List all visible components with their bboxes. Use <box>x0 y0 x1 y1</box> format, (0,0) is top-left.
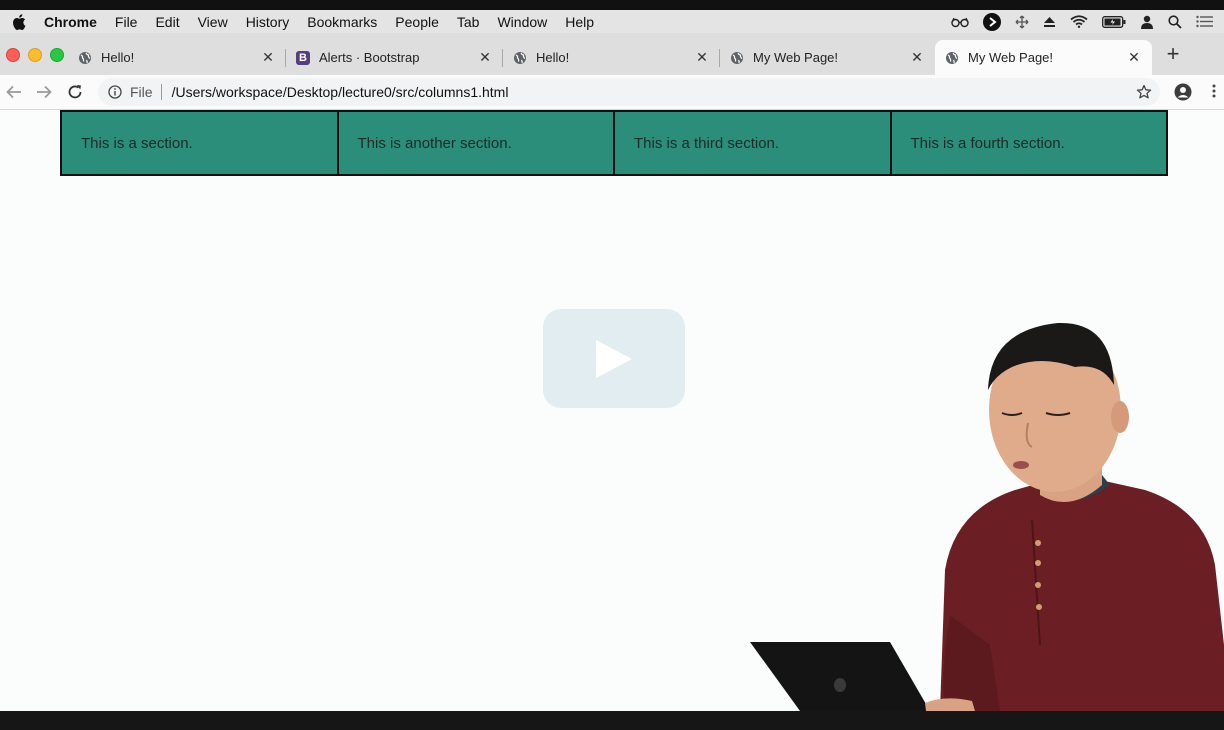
menu-tab[interactable]: Tab <box>457 14 480 30</box>
menu-bookmarks[interactable]: Bookmarks <box>307 14 377 30</box>
close-window-button[interactable] <box>6 48 20 62</box>
forward-arrow-icon[interactable] <box>35 83 53 101</box>
bootstrap-logo: B <box>296 50 310 65</box>
new-tab-button[interactable]: + <box>1163 43 1183 65</box>
minimize-window-button[interactable] <box>28 48 42 62</box>
tab-title: Hello! <box>536 50 570 65</box>
tab-title: My Web Page! <box>968 50 1054 65</box>
close-tab-icon[interactable]: ✕ <box>909 49 925 66</box>
tab-strip: Hello! ✕ B Alerts · Bootstrap ✕ Hello! ✕… <box>0 33 1224 75</box>
battery-icon[interactable] <box>1102 15 1126 28</box>
tab-hello-2[interactable]: Hello! ✕ <box>503 40 720 75</box>
menu-kebab-icon[interactable] <box>1207 83 1221 101</box>
back-arrow-icon[interactable] <box>5 83 23 101</box>
globe-icon <box>945 51 959 65</box>
move-arrows-icon[interactable] <box>1015 15 1029 29</box>
tab-hello-1[interactable]: Hello! ✕ <box>68 40 286 75</box>
reload-icon[interactable] <box>66 83 84 101</box>
window-controls <box>6 48 64 62</box>
menu-app-name[interactable]: Chrome <box>44 14 97 30</box>
video-play-button[interactable] <box>543 309 685 408</box>
user-icon[interactable] <box>1140 15 1154 29</box>
screen-record-icon[interactable] <box>983 12 1001 31</box>
address-bar[interactable]: File /Users/workspace/Desktop/lecture0/s… <box>98 78 1160 106</box>
mac-menubar: Chrome File Edit View History Bookmarks … <box>0 10 1224 33</box>
section-3: This is a third section. <box>613 110 892 176</box>
presenter-image <box>750 322 1224 711</box>
menu-history[interactable]: History <box>246 14 290 30</box>
section-4: This is a fourth section. <box>889 110 1168 176</box>
section-columns: This is a section. This is another secti… <box>60 110 1168 176</box>
play-icon <box>596 339 632 378</box>
globe-icon <box>513 51 527 65</box>
close-tab-icon[interactable]: ✕ <box>1126 49 1142 66</box>
menu-edit[interactable]: Edit <box>155 14 179 30</box>
menu-window[interactable]: Window <box>497 14 547 30</box>
tab-my-web-page-1[interactable]: My Web Page! ✕ <box>720 40 935 75</box>
menu-people[interactable]: People <box>395 14 439 30</box>
close-tab-icon[interactable]: ✕ <box>260 49 276 66</box>
section-1: This is a section. <box>60 110 339 176</box>
browser-toolbar: File /Users/workspace/Desktop/lecture0/s… <box>0 75 1224 110</box>
apple-logo-icon[interactable] <box>12 13 28 30</box>
url-divider <box>160 84 162 100</box>
tab-alerts-bootstrap[interactable]: B Alerts · Bootstrap ✕ <box>286 40 503 75</box>
close-tab-icon[interactable]: ✕ <box>694 49 710 66</box>
wifi-icon[interactable] <box>1070 15 1088 28</box>
profile-avatar-icon[interactable] <box>1174 83 1192 101</box>
glasses-icon[interactable] <box>951 16 969 28</box>
globe-icon <box>78 51 92 65</box>
tab-title: Alerts · Bootstrap <box>319 50 420 65</box>
bootstrap-icon: B <box>296 50 310 65</box>
zoom-window-button[interactable] <box>50 48 64 62</box>
url-text[interactable]: /Users/workspace/Desktop/lecture0/src/co… <box>172 84 509 100</box>
menu-file[interactable]: File <box>115 14 138 30</box>
menu-help[interactable]: Help <box>565 14 594 30</box>
section-2: This is another section. <box>336 110 615 176</box>
tab-title: Hello! <box>101 50 135 65</box>
notification-center-icon[interactable] <box>1196 15 1214 28</box>
eject-icon[interactable] <box>1043 16 1056 28</box>
info-icon[interactable] <box>108 85 122 99</box>
video-bottom-bar <box>0 711 1224 730</box>
video-top-bar <box>0 0 1224 10</box>
menubar-status-icons <box>951 10 1214 33</box>
close-tab-icon[interactable]: ✕ <box>477 49 493 66</box>
menu-view[interactable]: View <box>198 14 228 30</box>
globe-icon <box>730 51 744 65</box>
tab-my-web-page-active[interactable]: My Web Page! ✕ <box>935 40 1152 75</box>
bookmark-star-icon[interactable] <box>1136 84 1152 100</box>
tab-title: My Web Page! <box>753 50 839 65</box>
spotlight-search-icon[interactable] <box>1168 14 1182 29</box>
url-scheme-label: File <box>130 84 153 100</box>
